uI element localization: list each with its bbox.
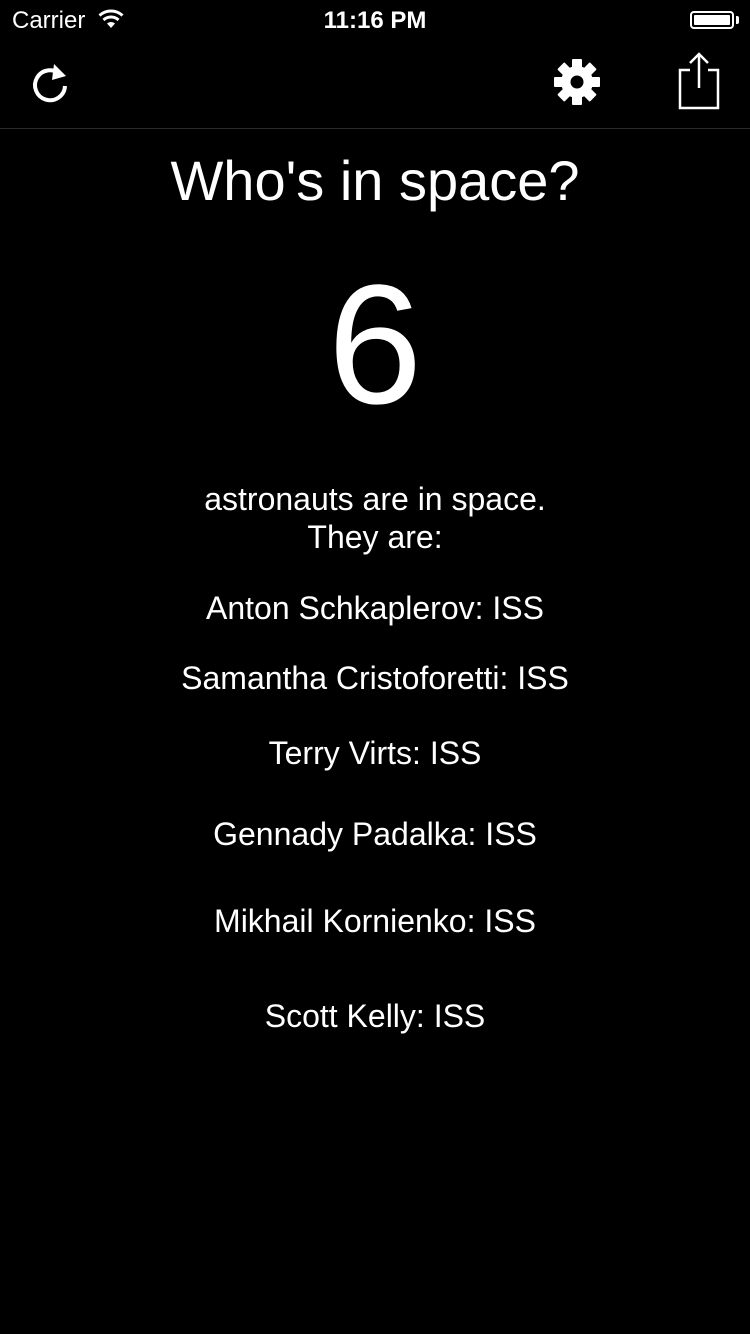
astronaut-item: Scott Kelly: ISS [264, 998, 486, 1034]
intro-line-2: They are: [307, 519, 443, 555]
status-bar: Carrier 11:16 PM [0, 0, 750, 40]
battery-icon [690, 11, 734, 29]
status-time: 11:16 PM [323, 7, 427, 34]
intro-text: astronauts are in space. They are: [0, 480, 750, 556]
astronaut-item: Samantha Cristoforetti: ISS [181, 660, 569, 696]
refresh-button[interactable] [28, 60, 72, 106]
astronaut-item: Anton Schkaplerov: ISS [206, 590, 544, 626]
settings-button[interactable] [553, 58, 601, 106]
battery-tip [736, 16, 739, 24]
refresh-icon [33, 64, 67, 103]
astronaut-item: Gennady Padalka: ISS [213, 816, 537, 852]
intro-line-1: astronauts are in space. [204, 481, 546, 517]
share-icon [678, 52, 720, 110]
page-title: Who's in space? [170, 149, 580, 212]
astronaut-count: 6 [327, 250, 423, 440]
astronaut-item: Mikhail Kornienko: ISS [214, 903, 536, 939]
share-button[interactable] [676, 52, 722, 110]
astronaut-item: Terry Virts: ISS [268, 735, 482, 771]
gear-icon [554, 59, 600, 105]
navigation-bar [0, 40, 750, 129]
